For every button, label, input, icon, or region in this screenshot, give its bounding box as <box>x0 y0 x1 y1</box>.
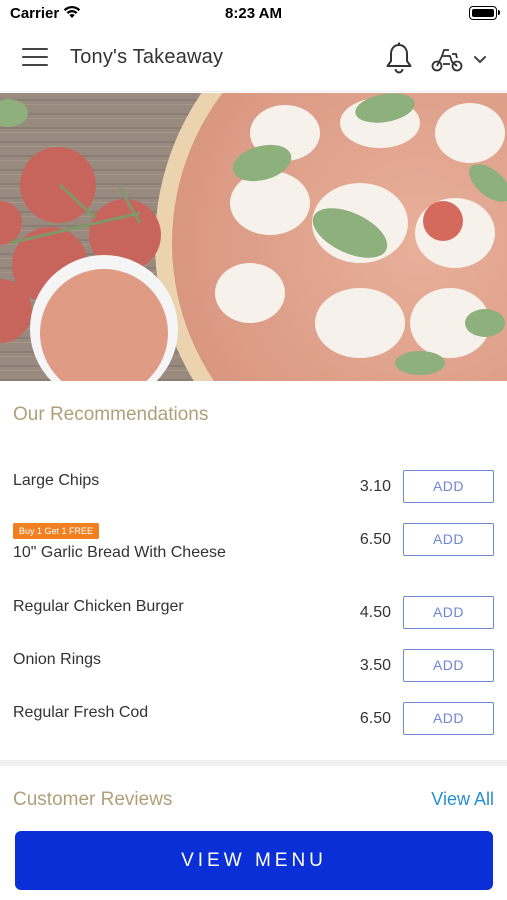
reviews-title: Customer Reviews <box>13 789 173 810</box>
section-divider <box>0 760 507 766</box>
add-button[interactable]: ADD <box>403 523 494 556</box>
item-name: 10" Garlic Bread With Cheese <box>13 544 226 561</box>
recommendations-title: Our Recommendations <box>13 404 209 425</box>
item-name: Large Chips <box>13 472 100 489</box>
list-item: Regular Chicken Burger 4.50 ADD <box>0 596 507 646</box>
hero-pizza-image <box>0 93 507 381</box>
list-item: Buy 1 Get 1 FREE 10" Garlic Bread With C… <box>0 523 507 573</box>
page-title: Tony's Takeaway <box>70 46 224 68</box>
view-all-link[interactable]: View All <box>431 789 494 810</box>
add-button[interactable]: ADD <box>403 649 494 682</box>
list-item: Regular Fresh Cod 6.50 ADD <box>0 702 507 752</box>
item-name: Regular Chicken Burger <box>13 598 184 615</box>
battery-icon <box>469 6 500 20</box>
view-menu-button[interactable]: VIEW MENU <box>15 831 493 890</box>
add-button[interactable]: ADD <box>403 702 494 735</box>
bell-icon[interactable] <box>384 42 414 76</box>
offer-badge: Buy 1 Get 1 FREE <box>13 523 100 539</box>
app-header: Tony's Takeaway <box>0 28 507 92</box>
item-name: Regular Fresh Cod <box>13 704 149 721</box>
item-price: 4.50 <box>359 604 391 621</box>
list-item: Onion Rings 3.50 ADD <box>0 649 507 699</box>
status-bar: Carrier 8:23 AM <box>0 0 507 28</box>
item-price: 6.50 <box>359 710 391 727</box>
add-button[interactable]: ADD <box>403 596 494 629</box>
item-price: 3.10 <box>359 478 391 495</box>
clock: 8:23 AM <box>225 5 282 22</box>
item-price: 3.50 <box>359 657 391 674</box>
item-price: 6.50 <box>359 531 391 548</box>
chevron-down-icon[interactable] <box>472 52 488 66</box>
item-name: Onion Rings <box>13 651 102 668</box>
list-item: Large Chips 3.10 ADD <box>0 470 507 520</box>
delivery-scooter-icon[interactable] <box>430 46 464 74</box>
add-button[interactable]: ADD <box>403 470 494 503</box>
menu-icon[interactable] <box>22 48 48 70</box>
